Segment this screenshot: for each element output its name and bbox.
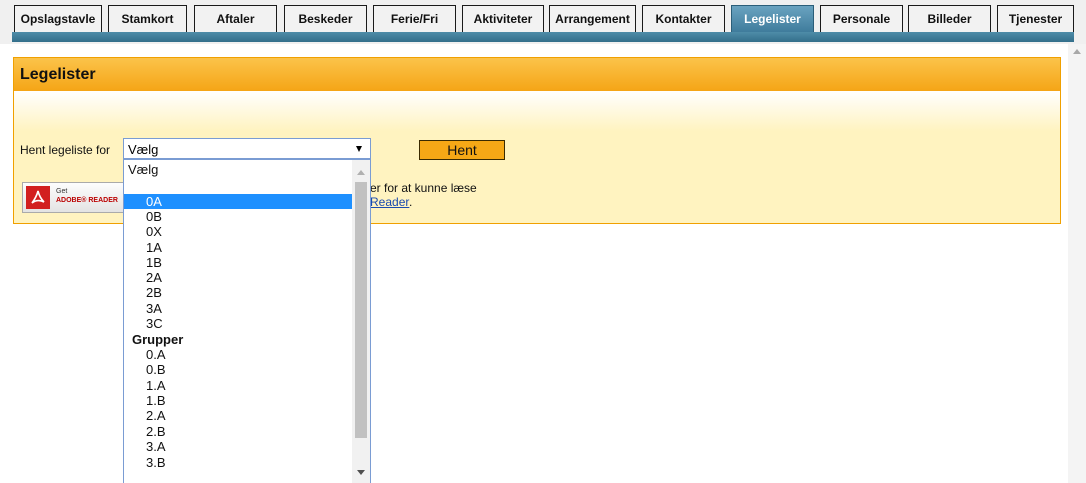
scroll-down-arrow-icon[interactable]	[357, 470, 365, 475]
reader-period: .	[409, 195, 413, 209]
dropdown-option[interactable]: 1.B	[124, 393, 353, 408]
dropdown-option[interactable]: 0B	[124, 209, 353, 224]
tab-tjenester[interactable]: Tjenester	[997, 5, 1074, 33]
dropdown-option-blank[interactable]	[124, 177, 353, 192]
dropdown-option[interactable]: 1.A	[124, 378, 353, 393]
class-dropdown-list[interactable]: Vælg 0A 0B 0X 1A 1B 2A 2B 3A 3C Grupper …	[123, 159, 371, 483]
adobe-get-text: Get	[56, 188, 68, 195]
dropdown-option[interactable]: 2.B	[124, 424, 353, 439]
scroll-up-arrow-icon[interactable]	[1073, 49, 1081, 54]
class-select[interactable]: Vælg	[123, 138, 371, 159]
tab-ferie-fri[interactable]: Ferie/Fri	[373, 5, 456, 33]
tab-aktiviteter[interactable]: Aktiviteter	[462, 5, 544, 33]
scrollbar-thumb[interactable]	[355, 182, 367, 438]
page-scrollbar[interactable]	[1068, 44, 1086, 483]
dropdown-option[interactable]: 2B	[124, 285, 353, 300]
dropdown-option[interactable]: 0.A	[124, 347, 353, 362]
fetch-label: Hent legeliste for	[20, 143, 111, 157]
tab-beskeder[interactable]: Beskeder	[284, 5, 367, 33]
dropdown-option-selected[interactable]: 0A	[124, 194, 353, 209]
dropdown-group-label: Grupper	[132, 332, 184, 347]
dropdown-option[interactable]: 2.A	[124, 408, 353, 423]
dropdown-option[interactable]: 3.B	[124, 455, 353, 470]
dropdown-option[interactable]: 1B	[124, 255, 353, 270]
dropdown-scrollbar[interactable]	[352, 160, 370, 483]
select-value: Vælg	[128, 142, 159, 157]
panel-fade	[14, 91, 1060, 131]
dropdown-option[interactable]: 0X	[124, 224, 353, 239]
fetch-button[interactable]: Hent	[419, 140, 505, 160]
nav-underline-bar	[12, 32, 1074, 42]
get-adobe-reader-badge[interactable]: Get ADOBE® READER	[22, 182, 127, 213]
panel-header: Legelister	[14, 58, 1060, 91]
dropdown-option[interactable]: 3C	[124, 316, 353, 331]
chevron-down-icon	[356, 146, 362, 152]
tab-kontakter[interactable]: Kontakter	[642, 5, 725, 33]
adobe-reader-icon	[26, 186, 50, 209]
tab-personale[interactable]: Personale	[820, 5, 903, 33]
dropdown-option[interactable]: 0.B	[124, 362, 353, 377]
dropdown-option[interactable]: 1A	[124, 240, 353, 255]
dropdown-option[interactable]: 2A	[124, 270, 353, 285]
panel-title: Legelister	[20, 66, 96, 83]
dropdown-option[interactable]: 3A	[124, 301, 353, 316]
reader-download-link[interactable]: Reader	[370, 195, 409, 209]
tab-legelister[interactable]: Legelister	[731, 5, 814, 33]
dropdown-option[interactable]: Vælg	[124, 162, 353, 177]
top-navigation: Opslagstavle Stamkort Aftaler Beskeder F…	[0, 0, 1086, 44]
tab-opslagstavle[interactable]: Opslagstavle	[14, 5, 102, 33]
tab-billeder[interactable]: Billeder	[908, 5, 991, 33]
scroll-up-arrow-icon[interactable]	[357, 170, 365, 175]
reader-info-text: er for at kunne læse	[370, 181, 477, 195]
tab-stamkort[interactable]: Stamkort	[108, 5, 187, 33]
adobe-reader-text: ADOBE® READER	[56, 197, 118, 204]
tab-arrangement[interactable]: Arrangement	[549, 5, 636, 33]
dropdown-option[interactable]: 3.A	[124, 439, 353, 454]
tab-aftaler[interactable]: Aftaler	[194, 5, 277, 33]
